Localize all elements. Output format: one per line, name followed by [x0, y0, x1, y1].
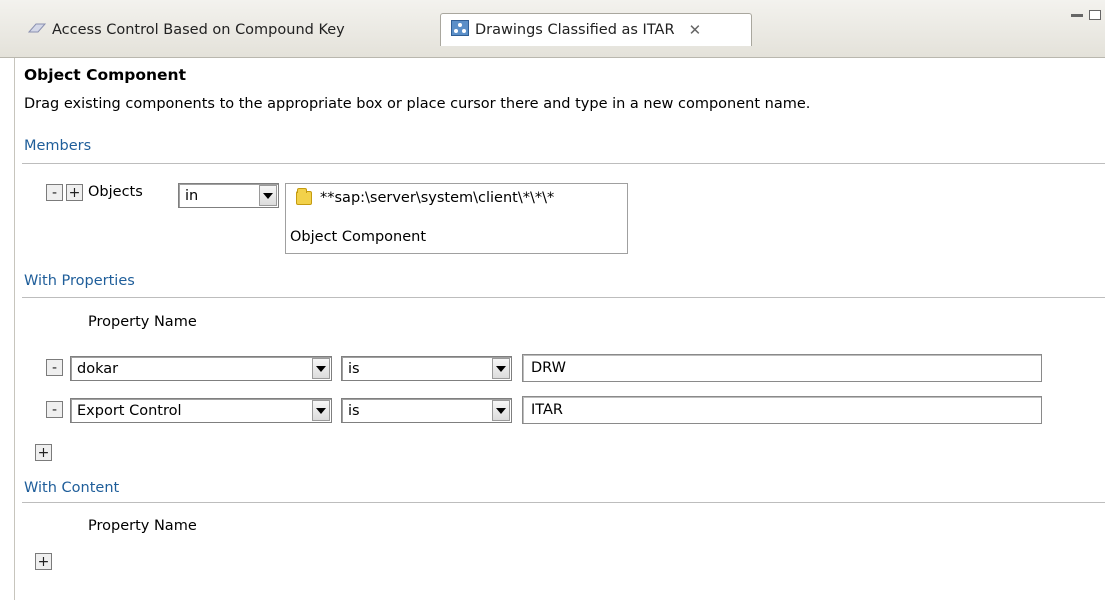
- object-entry[interactable]: **sap:\server\system\client\*\*\*: [296, 188, 555, 206]
- remove-property-button[interactable]: -: [46, 401, 63, 418]
- with-properties-section-label[interactable]: With Properties: [24, 273, 135, 289]
- editor-tab-strip: Access Control Based on Compound Key Dra…: [0, 0, 1105, 58]
- section-divider: [22, 502, 1105, 503]
- remove-member-button[interactable]: -: [46, 184, 63, 201]
- member-operator-value: in: [185, 187, 199, 204]
- with-content-section-label[interactable]: With Content: [24, 480, 119, 496]
- property-name-select[interactable]: Export Control: [70, 398, 332, 423]
- content-property-name-header: Property Name: [88, 518, 197, 534]
- property-operator-value: is: [348, 402, 360, 419]
- property-operator-value: is: [348, 360, 360, 377]
- members-section-label[interactable]: Members: [24, 138, 91, 154]
- property-operator-select[interactable]: is: [341, 398, 512, 423]
- objects-label: Objects: [88, 184, 143, 200]
- maximize-icon[interactable]: [1089, 10, 1101, 20]
- property-value-input[interactable]: DRW: [522, 354, 1042, 382]
- page-title: Object Component: [24, 66, 187, 84]
- property-operator-select[interactable]: is: [341, 356, 512, 381]
- tab-access-control[interactable]: Access Control Based on Compound Key: [18, 14, 436, 45]
- folder-icon: [296, 188, 312, 205]
- property-name-select[interactable]: dokar: [70, 356, 332, 381]
- tab-label: Access Control Based on Compound Key: [52, 21, 345, 38]
- chevron-down-icon[interactable]: [312, 400, 330, 421]
- access-control-icon: [27, 21, 47, 39]
- chevron-down-icon[interactable]: [312, 358, 330, 379]
- section-divider: [22, 163, 1105, 164]
- add-member-button[interactable]: +: [66, 184, 83, 201]
- window-controls: [1071, 10, 1101, 20]
- property-name-header: Property Name: [88, 314, 197, 330]
- object-drop-box[interactable]: **sap:\server\system\client\*\*\* Object…: [285, 183, 628, 254]
- section-divider: [22, 297, 1105, 298]
- add-property-button[interactable]: +: [35, 444, 52, 461]
- chevron-down-icon[interactable]: [492, 400, 510, 421]
- add-content-button[interactable]: +: [35, 553, 52, 570]
- property-name-value: Export Control: [77, 402, 182, 419]
- object-path: **sap:\server\system\client\*\*\*: [320, 190, 555, 206]
- instructions-text: Drag existing components to the appropri…: [24, 96, 811, 112]
- tab-label: Drawings Classified as ITAR: [475, 22, 675, 38]
- chevron-down-icon[interactable]: [259, 185, 277, 206]
- remove-property-button[interactable]: -: [46, 359, 63, 376]
- property-value-input[interactable]: ITAR: [522, 396, 1042, 424]
- chevron-down-icon[interactable]: [492, 358, 510, 379]
- close-icon[interactable]: ✕: [689, 22, 702, 38]
- rule-icon: [451, 20, 469, 40]
- tab-drawings-itar[interactable]: Drawings Classified as ITAR ✕: [440, 13, 752, 46]
- property-name-value: dokar: [77, 360, 119, 377]
- object-type-label: Object Component: [290, 229, 427, 245]
- minimize-icon[interactable]: [1071, 14, 1083, 17]
- member-operator-select[interactable]: in: [178, 183, 279, 208]
